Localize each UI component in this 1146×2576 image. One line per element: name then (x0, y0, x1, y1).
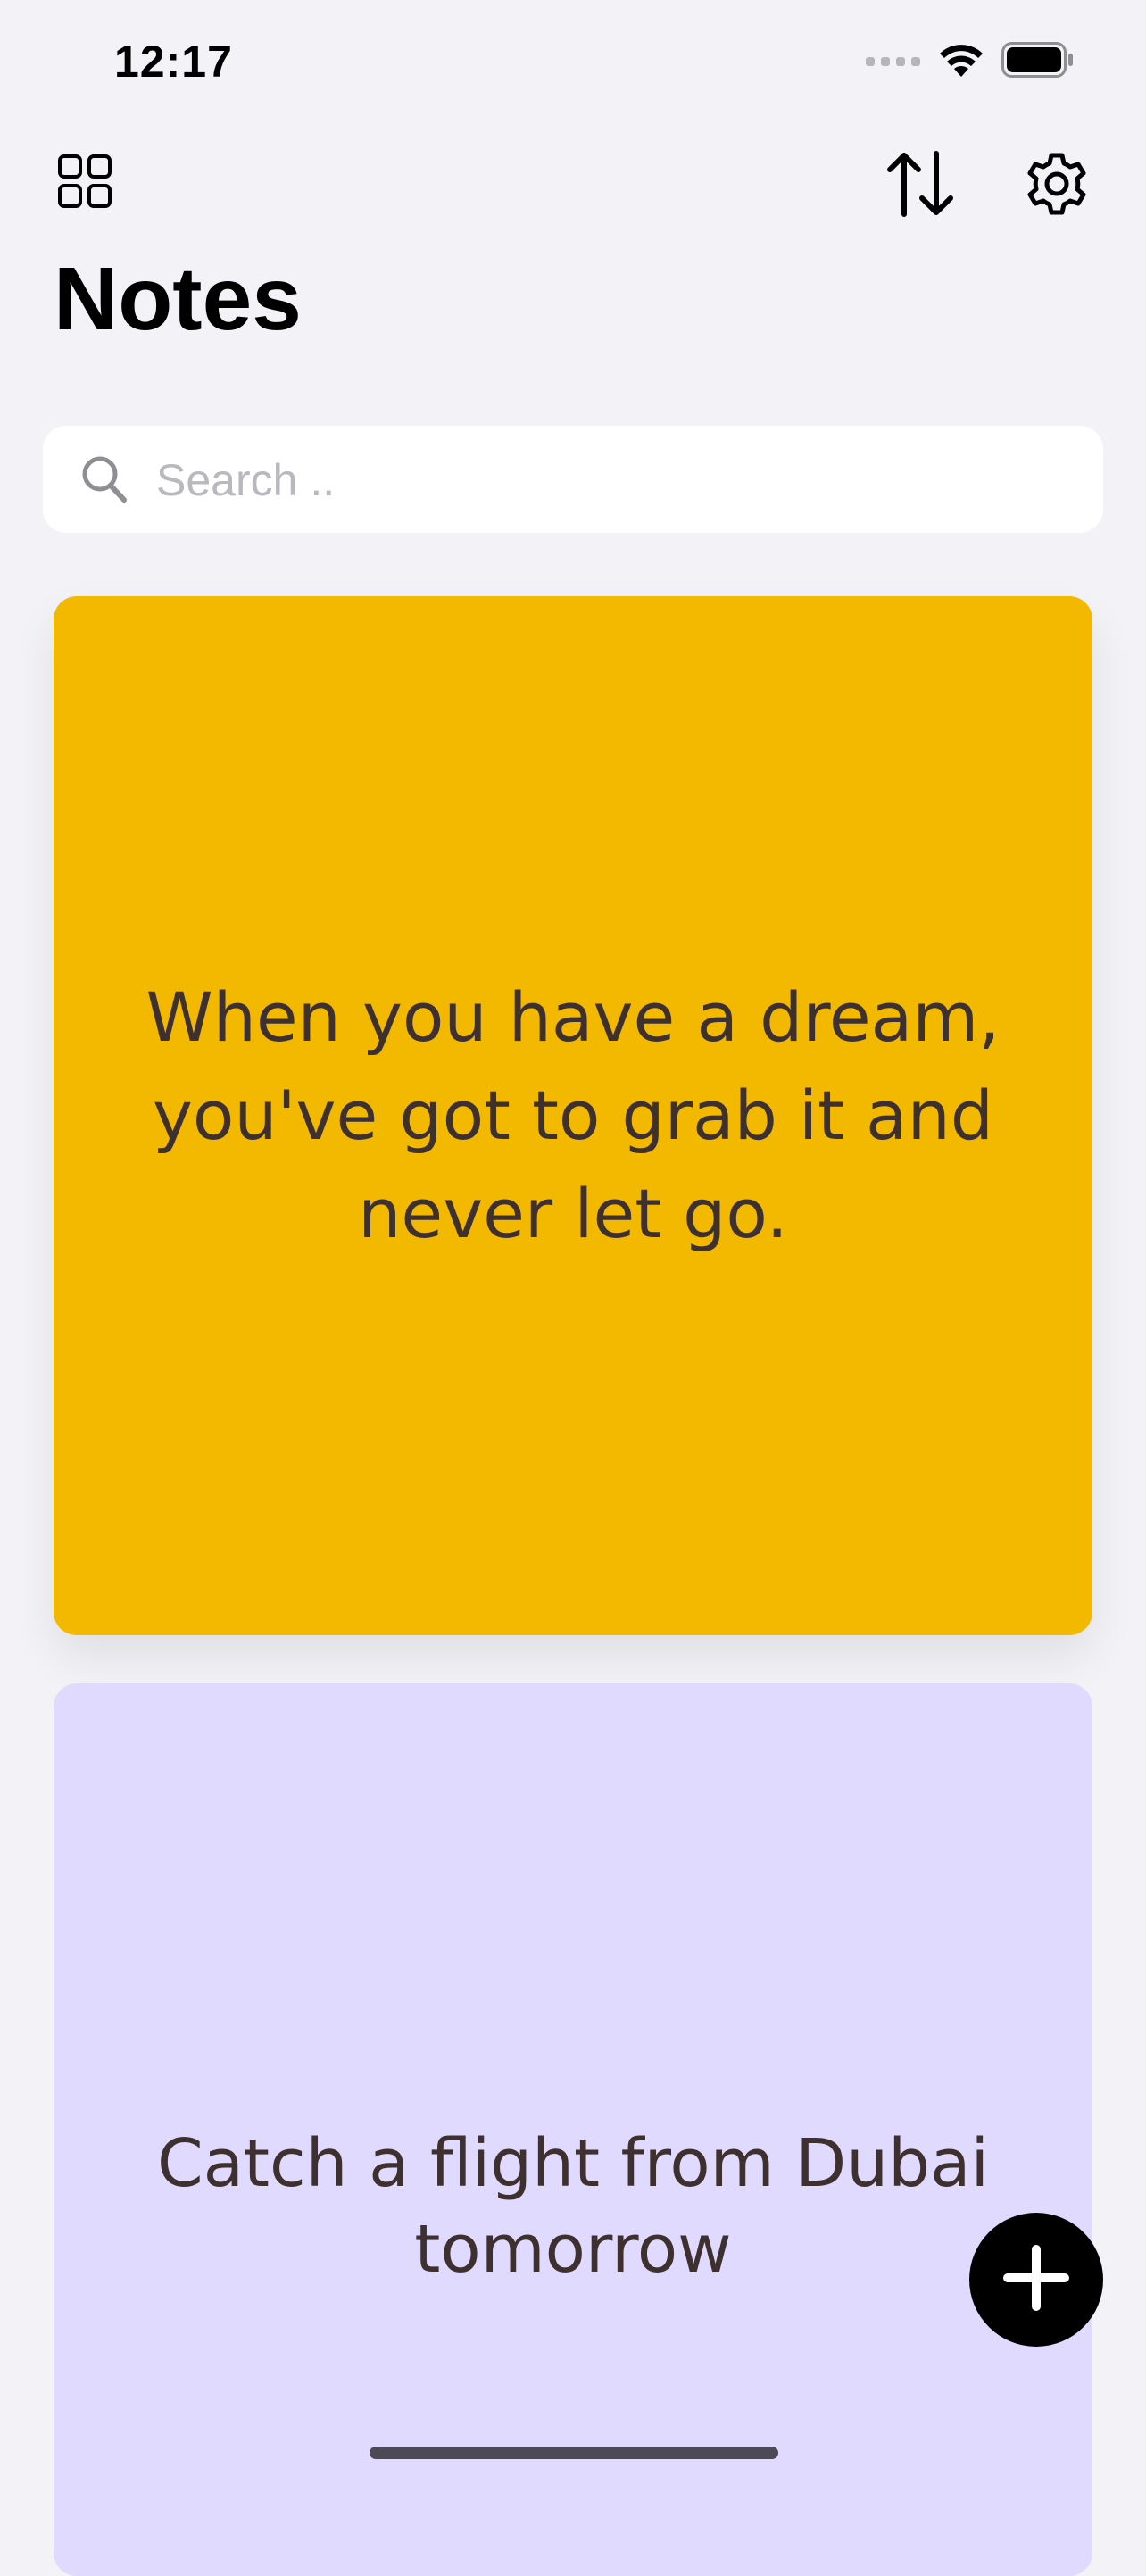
status-icons (866, 41, 1075, 83)
grid-view-icon (57, 154, 112, 213)
note-text: When you have a dream, you've got to gra… (145, 977, 1001, 1253)
battery-icon (1001, 42, 1075, 82)
status-time: 12:17 (114, 37, 233, 87)
search-input[interactable] (154, 444, 1068, 517)
home-indicator (370, 2447, 778, 2459)
sort-icon (884, 150, 956, 222)
search-bar[interactable] (43, 426, 1103, 533)
settings-gear-icon (1025, 152, 1089, 220)
cellular-signal-icon (866, 54, 921, 71)
wifi-icon (937, 41, 985, 83)
note-text: Catch a flight from Dubai tomorrow (156, 2125, 990, 2288)
note-card[interactable]: Catch a flight from Dubai tomorrow (54, 1683, 1092, 2576)
search-icon (80, 454, 129, 509)
grid-view-button[interactable] (55, 154, 114, 212)
sort-button[interactable] (882, 147, 959, 224)
page-title: Notes (54, 249, 302, 349)
settings-button[interactable] (1021, 150, 1092, 221)
note-card[interactable]: When you have a dream, you've got to gra… (54, 596, 1092, 1635)
plus-icon (1001, 2242, 1072, 2318)
status-bar: 12:17 (0, 0, 1146, 125)
add-note-button[interactable] (969, 2213, 1103, 2347)
